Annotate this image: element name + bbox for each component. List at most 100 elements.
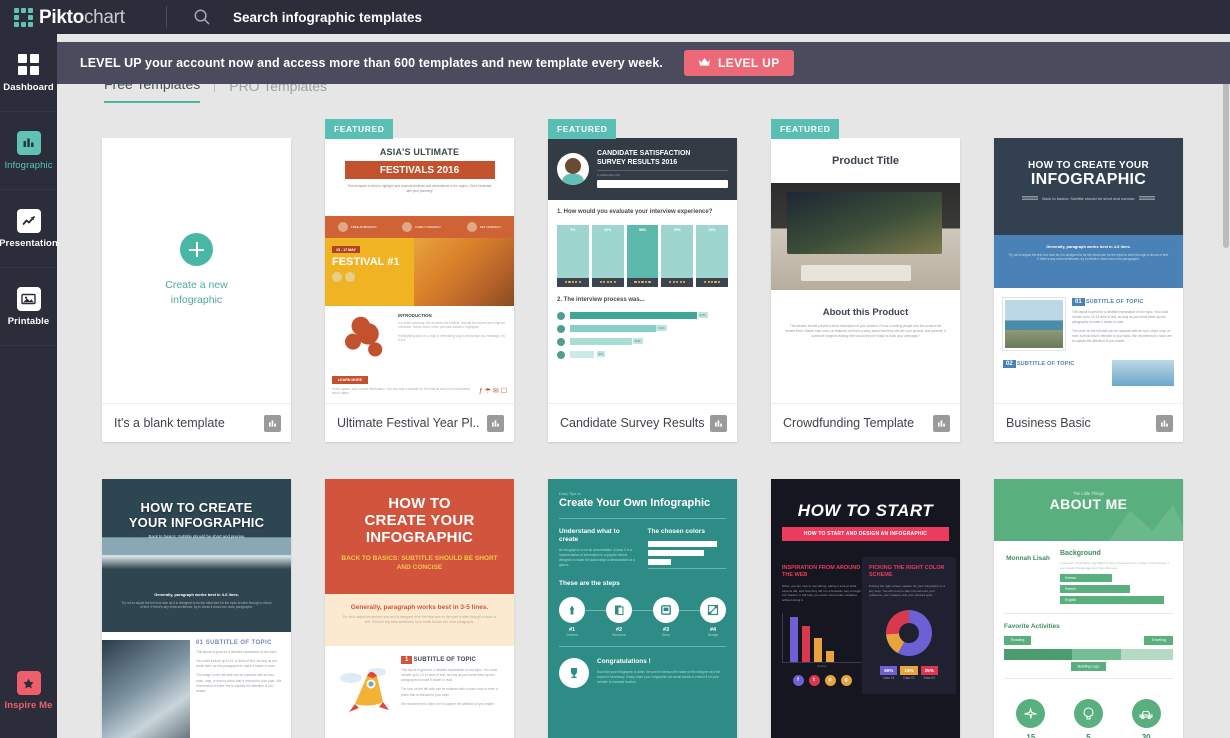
star-icon [16,671,41,695]
search-icon[interactable] [193,8,211,26]
card-title: Ultimate Festival Year Pl.. [337,416,480,430]
plus-icon [180,233,213,267]
art-title: Product Title [831,155,900,167]
sidebar-item-dashboard[interactable]: Dashboard [0,34,57,112]
vertical-scrollbar[interactable] [1222,68,1230,738]
template-card-create-your-own[interactable]: Easy Tips to Create Your Own Infographic… [548,479,737,738]
sidebar-item-label: Dashboard [3,81,54,93]
template-thumbnail: Create a new infographic [102,138,291,403]
featured-badge: FEATURED [771,119,840,139]
art-festival: FESTIVAL #1 [332,256,400,268]
template-thumbnail: ASIA'S ULTIMATE FESTIVALS 2016 This temp… [325,138,514,403]
avatar [557,153,589,185]
level-up-label: LEVEL UP [717,56,780,70]
car-icon [1131,698,1161,728]
bar-chart-icon[interactable] [933,414,950,432]
template-thumbnail: HOW TO START HOW TO START AND DESIGN AN … [771,479,960,738]
template-card-how-to-create-dark[interactable]: HOW TO CREATE YOUR INFOGRAPHIC Back to b… [102,479,291,738]
card-title: Candidate Survey Results [560,416,705,430]
rocket-icon [333,656,395,718]
card-footer: Candidate Survey Results [548,403,737,442]
card-title: It's a blank template [114,416,225,430]
blank-caption: Create a new infographic [165,279,228,306]
desk-photo [771,183,960,290]
top-bar: Piktochart [0,0,1230,34]
template-thumbnail: Easy Tips to Create Your Own Infographic… [548,479,737,738]
question-1: 1. How would you evaluate your interview… [557,209,713,215]
template-card-festival[interactable]: FEATURED ASIA'S ULTIMATE FESTIVALS 2016 … [325,119,514,442]
template-thumbnail: CANDIDATE SATISFACTION SURVEY RESULTS 20… [548,138,737,403]
sidebar-item-label: Presentation [0,237,58,249]
network-icon [700,597,726,624]
sidebar-item-inspire-me[interactable]: Inspire Me [0,652,57,730]
plane-icon [1016,698,1046,728]
logo-bold: Pikto [39,6,84,28]
level-up-button[interactable]: LEVEL UP [683,50,794,76]
coast-photo [1003,298,1065,350]
logo-text: Piktochart [39,8,125,27]
lightbulb-icon [559,597,585,624]
bar-chart-icon[interactable] [1156,414,1173,432]
template-card-business-basic[interactable]: HOW TO CREATE YOUR INFOGRAPHIC Back to b… [994,138,1183,442]
line-chart-icon [16,208,41,233]
template-card-about-me[interactable]: The Little Things ABOUT ME Monnah Lisah … [994,479,1183,738]
template-thumbnail: HOW TO CREATE YOUR INFOGRAPHIC Back to b… [994,138,1183,403]
donut-chart [886,610,932,657]
sidebar-item-presentation[interactable]: Presentation [0,190,58,268]
crown-icon [698,56,711,70]
q2-chart: 47% 31% 12% 9% [557,311,728,359]
featured-badge: FEATURED [548,119,617,139]
art-section: About this Product [822,307,909,318]
activities-bar [1004,648,1173,660]
q1-chart: 5% 40% 58% 20% 23% [557,224,728,287]
trophy-icon [559,658,589,689]
sidebar-item-label: Printable [7,315,50,327]
template-card-how-to-create-red[interactable]: HOW TO CREATE YOUR INFOGRAPHIC BACK TO B… [325,479,514,738]
sidebar: Dashboard Infographic Presentation Print… [0,0,58,738]
piktochart-logo-icon [14,7,33,27]
laptop-photo [102,640,190,738]
template-grid: Create a new infographic It's a blank te… [102,119,1230,738]
art-date: 15 - 17 MAY [332,246,360,253]
template-card-crowdfunding[interactable]: FEATURED Product Title About this Produc… [771,119,960,442]
question-2: 2. The interview process was... [557,296,645,303]
art-ribbon: FESTIVALS 2016 [344,161,495,179]
document-icon [606,597,632,624]
balloon-icon [1073,698,1103,728]
sidebar-item-label: Inspire Me [4,700,53,711]
bar-chart-icon[interactable] [264,414,281,432]
template-card-candidate-survey[interactable]: FEATURED CANDIDATE SATISFACTION SURVEY R… [548,119,737,442]
social-icons: f t p g [782,674,862,686]
grid-icon [17,53,41,77]
logo[interactable]: Piktochart [14,7,144,27]
bar-chart-icon[interactable] [710,414,727,432]
card-footer: Crowdfunding Template [771,403,960,442]
art-heading: ASIA'S ULTIMATE [379,147,460,157]
banner-text: LEVEL UP your account now and access mor… [80,56,663,70]
search-input[interactable] [233,9,653,25]
bar-chart-icon [16,130,41,155]
main-content: Free Templates PRO Templates Create a ne… [57,34,1230,738]
image-icon [16,286,41,311]
bar-chart [647,541,726,570]
template-thumbnail: The Little Things ABOUT ME Monnah Lisah … [994,479,1183,738]
template-card-how-to-start[interactable]: HOW TO START HOW TO START AND DESIGN AN … [771,479,960,738]
divider [166,6,167,28]
social-icons: ƒ ☂ ✉ ☐ [478,388,507,395]
art-sub: This template is ideal to highlight and … [347,184,492,193]
template-thumbnail: HOW TO CREATE YOUR INFOGRAPHIC BACK TO B… [325,479,514,738]
featured-badge: FEATURED [325,119,394,139]
template-card-blank[interactable]: Create a new infographic It's a blank te… [102,138,291,442]
sidebar-item-infographic[interactable]: Infographic [0,112,57,190]
card-footer: Ultimate Festival Year Pl.. [325,403,514,442]
logo-light: chart [83,6,125,28]
asia-map-icon [332,313,392,365]
sidebar-item-printable[interactable]: Printable [0,268,57,346]
card-title: Business Basic [1006,416,1091,430]
bar-chart [782,612,862,663]
bar-chart-icon[interactable] [487,414,504,432]
card-title: Crowdfunding Template [783,416,915,430]
template-thumbnail: HOW TO CREATE YOUR INFOGRAPHIC Back to b… [102,479,291,738]
template-thumbnail: Product Title About this Product This se… [771,138,960,403]
art-body: This section should provide a short desc… [785,324,946,339]
